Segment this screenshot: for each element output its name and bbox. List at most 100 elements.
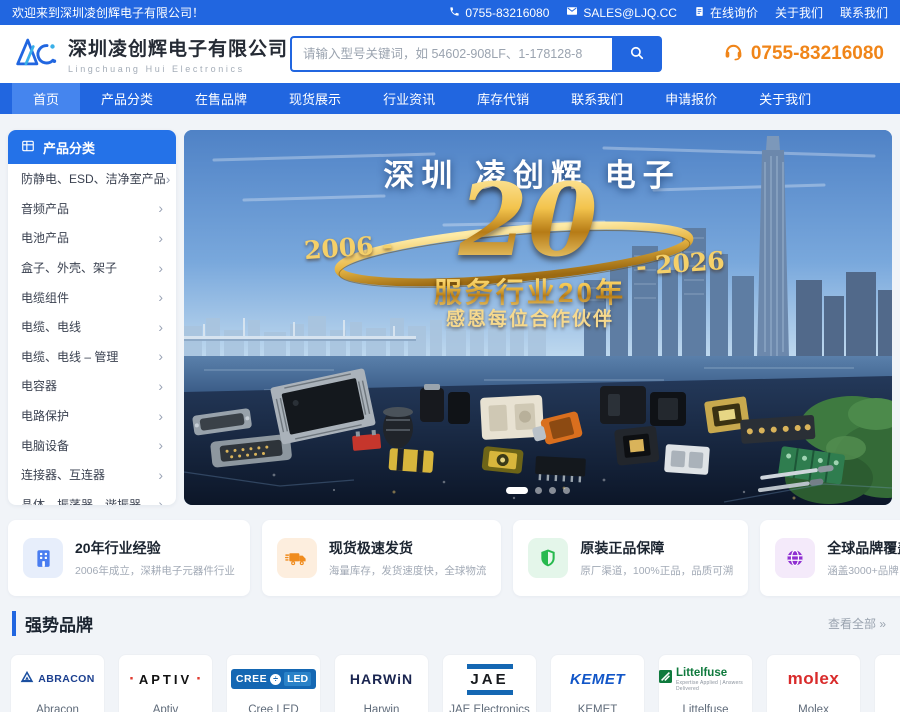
sidebar-item-cable-assemblies[interactable]: 电缆组件›	[8, 282, 176, 312]
nav-item-about[interactable]: 关于我们	[738, 83, 832, 114]
chevron-right-icon: ›	[158, 496, 163, 505]
brand-card-kemet[interactable]: KEMET KEMET	[550, 654, 645, 712]
nav-item-quote[interactable]: 申请报价	[644, 83, 738, 114]
search-input[interactable]	[290, 36, 612, 72]
feature-card-coverage: 全球品牌覆盖 涵盖3000+品牌，百万种型号	[760, 520, 900, 596]
globe-icon	[775, 538, 815, 578]
search-button[interactable]	[612, 36, 662, 72]
brand-cards: ABRACON Abracon · APTIV · Aptiv CREE ÷ L…	[10, 654, 900, 712]
hotline: 0755-83216080	[723, 25, 884, 83]
shield-icon	[528, 538, 568, 578]
carousel-dot[interactable]	[549, 487, 556, 494]
brand-card-molex[interactable]: molex Molex	[766, 654, 861, 712]
company-name: 深圳凌创辉电子有限公司	[68, 34, 288, 61]
section-title: 强势品牌	[12, 611, 93, 636]
hero-banner: 深圳 凌创辉 电子 20 2006 - - 2026 服务行业20年 感恩每位合…	[184, 130, 892, 505]
nav-item-news[interactable]: 行业资讯	[362, 83, 456, 114]
kemet-logo: KEMET	[570, 671, 625, 688]
carousel-dots	[184, 487, 892, 494]
main-nav: 首页 产品分类 在售品牌 现货展示 行业资讯 库存代销 联系我们 申请报价 关于…	[0, 83, 900, 114]
nav-item-categories[interactable]: 产品分类	[80, 83, 174, 114]
topbar-inquiry-link[interactable]: 在线询价	[694, 4, 758, 21]
sidebar-item-enclosures[interactable]: 盒子、外壳、架子›	[8, 253, 176, 283]
harwin-logo: HARWiN	[350, 671, 413, 687]
topbar-email-text: SALES@LJQ.CC	[583, 6, 677, 20]
chevron-right-icon: ›	[158, 319, 163, 335]
molex-logo: molex	[788, 669, 840, 689]
chevron-right-icon: ›	[166, 171, 171, 187]
feature-card-shipping: 现货极速发货 海量库存，发货速度快，全球物流	[262, 520, 502, 596]
topbar-email[interactable]: SALES@LJQ.CC	[566, 5, 677, 20]
sidebar-item-crystals[interactable]: 晶体、振荡器、谐振器›	[8, 490, 176, 505]
brand-card-harwin[interactable]: HARWiN Harwin	[334, 654, 429, 712]
topbar-about-link[interactable]: 关于我们	[775, 4, 823, 21]
sidebar-header[interactable]: 产品分类	[8, 130, 176, 164]
abracon-triangle-icon	[20, 670, 34, 688]
jae-logo: JAE	[467, 664, 513, 695]
carousel-dot[interactable]	[563, 487, 570, 494]
brand-card-partial[interactable]	[874, 654, 900, 712]
view-all-link[interactable]: 查看全部 »	[828, 615, 886, 632]
hotline-number: 0755-83216080	[751, 43, 884, 65]
sidebar-item-esd[interactable]: 防静电、ESD、洁净室产品›	[8, 164, 176, 194]
logo[interactable]: 深圳凌创辉电子有限公司 Lingchuang Hui Electronics	[14, 33, 288, 76]
building-icon	[23, 538, 63, 578]
littelfuse-icon	[659, 670, 672, 688]
brand-card-abracon[interactable]: ABRACON Abracon	[10, 654, 105, 712]
chevron-right-icon: ›	[158, 289, 163, 305]
nav-item-consignment[interactable]: 库存代销	[456, 83, 550, 114]
main-content: 产品分类 防静电、ESD、洁净室产品› 音频产品› 电池产品› 盒子、外壳、架子…	[0, 114, 900, 712]
nav-item-home[interactable]: 首页	[12, 83, 80, 114]
banner-subslogan: 感恩每位合作伙伴	[184, 304, 876, 331]
aptiv-logo: · APTIV ·	[119, 655, 212, 703]
sidebar-item-computer-equipment[interactable]: 电脑设备›	[8, 430, 176, 460]
topbar-phone-number: 0755-83216080	[465, 6, 549, 20]
document-icon	[694, 6, 705, 20]
brand-card-jae[interactable]: JAE JAE Electronics	[442, 654, 537, 712]
abracon-logo: ABRACON	[11, 655, 104, 703]
sidebar-item-cables-wires[interactable]: 电缆、电线›	[8, 312, 176, 342]
category-sidebar: 产品分类 防静电、ESD、洁净室产品› 音频产品› 电池产品› 盒子、外壳、架子…	[8, 130, 176, 505]
site-header: 深圳凌创辉电子有限公司 Lingchuang Hui Electronics 0…	[0, 25, 900, 83]
nav-item-contact[interactable]: 联系我们	[550, 83, 644, 114]
carousel-dot-active[interactable]	[506, 487, 528, 494]
brand-card-aptiv[interactable]: · APTIV · Aptiv	[118, 654, 213, 712]
sidebar-item-capacitors[interactable]: 电容器›	[8, 371, 176, 401]
feature-card-experience: 20年行业经验 2006年成立，深耕电子元器件行业	[8, 520, 250, 596]
chevron-right-icon: ›	[158, 260, 163, 276]
brand-card-littelfuse[interactable]: Littelfuse Expertise Applied | Answers D…	[658, 654, 753, 712]
topbar-contact-link[interactable]: 联系我们	[840, 4, 888, 21]
topbar: 欢迎来到深圳凌创辉电子有限公司！ 0755-83216080 SALES@LJQ…	[0, 0, 900, 25]
search-bar	[290, 36, 662, 72]
grid-icon	[21, 139, 35, 156]
company-logo-icon	[14, 33, 58, 76]
cree-symbol-icon: ÷	[270, 674, 281, 685]
sidebar-item-battery[interactable]: 电池产品›	[8, 223, 176, 253]
chevron-right-icon: ›	[158, 230, 163, 246]
feature-card-authenticity: 原装正品保障 原厂渠道，100%正品，品质可溯	[513, 520, 748, 596]
nav-item-stock[interactable]: 现货展示	[268, 83, 362, 114]
truck-icon	[277, 538, 317, 578]
cree-led-logo: CREE ÷ LED	[227, 655, 320, 703]
envelope-icon	[566, 5, 578, 20]
welcome-text: 欢迎来到深圳凌创辉电子有限公司！	[12, 4, 204, 21]
chevron-right-icon: ›	[158, 378, 163, 394]
brand-card-cree-led[interactable]: CREE ÷ LED Cree LED	[226, 654, 321, 712]
company-subtitle: Lingchuang Hui Electronics	[68, 64, 288, 74]
sidebar-item-cable-management[interactable]: 电缆、电线 – 管理›	[8, 342, 176, 372]
chevron-right-icon: ›	[158, 348, 163, 364]
nav-item-brands[interactable]: 在售品牌	[174, 83, 268, 114]
littelfuse-logo: Littelfuse Expertise Applied | Answers D…	[659, 655, 752, 703]
sidebar-item-audio[interactable]: 音频产品›	[8, 194, 176, 224]
headset-icon	[723, 41, 744, 68]
search-icon	[628, 44, 646, 65]
sidebar-item-connectors[interactable]: 连接器、互连器›	[8, 460, 176, 490]
carousel-dot[interactable]	[535, 487, 542, 494]
feature-cards: 20年行业经验 2006年成立，深耕电子元器件行业 现货极速发货 海量库存，发货…	[8, 520, 892, 596]
banner-big-number: 20	[184, 170, 872, 270]
chevron-right-icon: ›	[158, 437, 163, 453]
chevron-right-icon: ›	[158, 408, 163, 424]
topbar-phone[interactable]: 0755-83216080	[449, 6, 549, 20]
sidebar-item-circuit-protection[interactable]: 电路保护›	[8, 401, 176, 431]
phone-icon	[449, 6, 460, 20]
